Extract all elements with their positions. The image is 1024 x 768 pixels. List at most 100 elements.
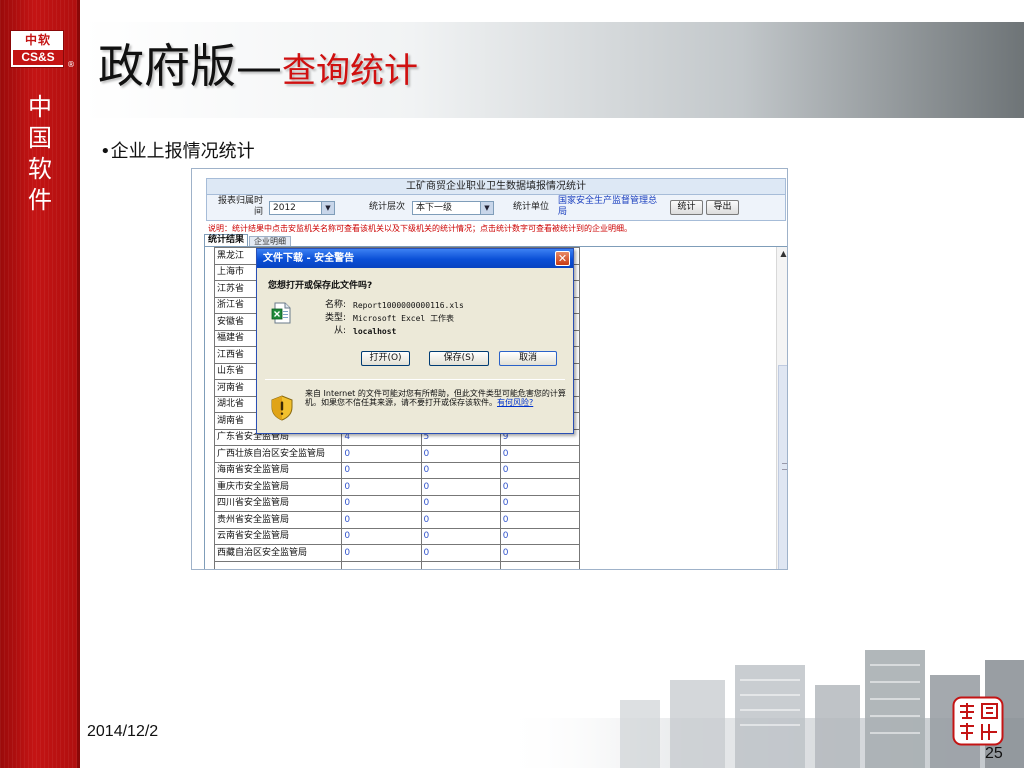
count-cell-a[interactable]: 0: [341, 494, 422, 512]
count-cell-c[interactable]: 0: [499, 511, 581, 529]
risk-link[interactable]: 有何风险?: [497, 398, 533, 407]
count-cell-c[interactable]: 0: [499, 527, 581, 545]
level-select[interactable]: 本下一级 ▼: [412, 201, 494, 215]
page-number: 25: [985, 745, 1003, 762]
registered-mark: ®: [67, 60, 75, 69]
count-cell-b[interactable]: 0: [420, 527, 501, 545]
name-label: 名称:: [324, 300, 346, 310]
dialog-question: 您想打开或保存此文件吗?: [268, 281, 373, 291]
chevron-down-icon[interactable]: ▼: [480, 202, 493, 214]
type-value: Microsoft Excel 工作表: [353, 314, 455, 323]
table-row: 云南省安全监管局 0 0 0: [213, 527, 581, 545]
shield-warning-icon: [271, 395, 293, 421]
count-cell-c[interactable]: [499, 560, 581, 569]
agency-name-cell[interactable]: [213, 560, 343, 569]
agency-name-cell[interactable]: 重庆市安全监管局: [213, 478, 343, 496]
table-row: 四川省安全监管局 0 0 0: [213, 494, 581, 512]
slide: 中软 CS&S ® 中 国 软 件 政府版—查询统计 •企业上报情况统计 工矿商…: [0, 0, 1024, 768]
logo-bottom-text: CS&S: [13, 50, 63, 65]
logo-top-text: 中软: [24, 33, 51, 47]
slide-title: 政府版—查询统计: [98, 30, 418, 100]
from-value: localhost: [353, 327, 397, 336]
tab-results[interactable]: 统计结果: [204, 234, 248, 246]
agency-name-cell[interactable]: 四川省安全监管局: [213, 494, 343, 512]
tab-details[interactable]: 企业明细: [249, 236, 291, 246]
dialog-titlebar[interactable]: 文件下载 - 安全警告 ✕: [257, 249, 573, 268]
title-main: 政府版—: [98, 39, 282, 93]
file-download-dialog: 文件下载 - 安全警告 ✕ 您想打开或保存此文件吗? 名称: Report100…: [256, 248, 574, 434]
band-char: 软: [28, 155, 52, 183]
count-cell-b[interactable]: 0: [420, 445, 501, 463]
vertical-scrollbar[interactable]: ▲: [776, 247, 787, 569]
agency-name-cell[interactable]: 贵州省安全监管局: [213, 511, 343, 529]
count-cell-b[interactable]: 0: [420, 478, 501, 496]
dialog-separator: [265, 379, 565, 380]
table-row: 西藏自治区安全监管局 0 0 0: [213, 544, 581, 562]
scroll-thumb[interactable]: [778, 365, 787, 569]
stat-button[interactable]: 统计: [670, 200, 703, 215]
unit-label: 统计单位: [513, 202, 550, 212]
save-button[interactable]: 保存(S): [429, 351, 489, 366]
building-silhouette: [500, 650, 1024, 768]
open-button[interactable]: 打开(O): [361, 351, 410, 366]
app-screenshot: 工矿商贸企业职业卫生数据填报情况统计 报表归属时间 2012 ▼ 统计层次 本下…: [191, 168, 788, 570]
from-label: 从:: [333, 326, 346, 336]
agency-name-cell[interactable]: 海南省安全监管局: [213, 461, 343, 479]
form-title: 工矿商贸企业职业卫生数据填报情况统计: [206, 178, 786, 195]
count-cell-c[interactable]: 0: [499, 494, 581, 512]
count-cell-c[interactable]: 0: [499, 544, 581, 562]
table-row: 重庆市安全监管局 0 0 0: [213, 478, 581, 496]
band-vertical-title: 中 国 软 件: [22, 92, 58, 216]
cancel-button[interactable]: 取消: [499, 351, 557, 366]
unit-value[interactable]: 国家安全生产监督管理总局: [558, 196, 662, 218]
security-warning-text: 来自 Internet 的文件可能对您有所帮助，但此文件类型可能危害您的计算机。…: [305, 389, 567, 407]
name-value: Report1000000000116.xls: [353, 301, 464, 310]
band-char: 件: [28, 186, 52, 214]
chevron-down-icon[interactable]: ▼: [321, 202, 334, 214]
count-cell-b[interactable]: 0: [420, 461, 501, 479]
close-icon[interactable]: ✕: [555, 251, 570, 266]
export-button[interactable]: 导出: [706, 200, 739, 215]
count-cell-a[interactable]: 0: [341, 461, 422, 479]
period-label: 报表归属时间: [217, 196, 263, 217]
dialog-title: 文件下载 - 安全警告: [263, 253, 355, 264]
excel-file-icon: [271, 302, 291, 324]
left-red-band: 中软 CS&S ® 中 国 软 件: [0, 0, 80, 768]
count-cell-a[interactable]: 0: [341, 445, 422, 463]
band-char: 国: [28, 124, 52, 152]
count-cell-a[interactable]: 0: [341, 527, 422, 545]
cs-logo: 中软 CS&S: [10, 30, 64, 68]
count-cell-c[interactable]: 0: [499, 478, 581, 496]
instruction-note: 说明：统计结果中点击安监机关名称可查看该机关以及下级机关的统计情况；点击统计数字…: [208, 224, 632, 233]
seal-logo: [952, 696, 1004, 746]
footer-date: 2014/12/2: [87, 723, 159, 740]
table-row: [213, 560, 581, 569]
period-value: 2012: [273, 203, 296, 213]
band-char: 中: [28, 93, 52, 121]
scroll-up-arrow-icon[interactable]: ▲: [778, 248, 787, 260]
level-label: 统计层次: [369, 202, 406, 212]
title-sub: 查询统计: [282, 51, 418, 91]
count-cell-c[interactable]: 0: [499, 461, 581, 479]
table-row: 海南省安全监管局 0 0 0: [213, 461, 581, 479]
filter-row: 报表归属时间 2012 ▼ 统计层次 本下一级 ▼ 统计单位 国家安全生产监督管…: [206, 195, 786, 221]
count-cell-b[interactable]: 0: [420, 544, 501, 562]
period-select[interactable]: 2012 ▼: [269, 201, 335, 215]
count-cell-b[interactable]: [420, 560, 501, 569]
level-value: 本下一级: [416, 203, 453, 213]
type-label: 类型:: [324, 313, 346, 323]
count-cell-a[interactable]: 0: [341, 478, 422, 496]
count-cell-b[interactable]: 0: [420, 494, 501, 512]
agency-name-cell[interactable]: 广西壮族自治区安全监管局: [213, 445, 343, 463]
count-cell-a[interactable]: 0: [341, 511, 422, 529]
count-cell-a[interactable]: 0: [341, 544, 422, 562]
agency-name-cell[interactable]: 云南省安全监管局: [213, 527, 343, 545]
count-cell-a[interactable]: [341, 560, 422, 569]
count-cell-c[interactable]: 0: [499, 445, 581, 463]
scroll-grip-icon: [782, 463, 787, 470]
table-row: 广西壮族自治区安全监管局 0 0 0: [213, 445, 581, 463]
bullet-text: •企业上报情况统计: [100, 141, 255, 162]
table-row: 贵州省安全监管局 0 0 0: [213, 511, 581, 529]
agency-name-cell[interactable]: 西藏自治区安全监管局: [213, 544, 343, 562]
count-cell-b[interactable]: 0: [420, 511, 501, 529]
